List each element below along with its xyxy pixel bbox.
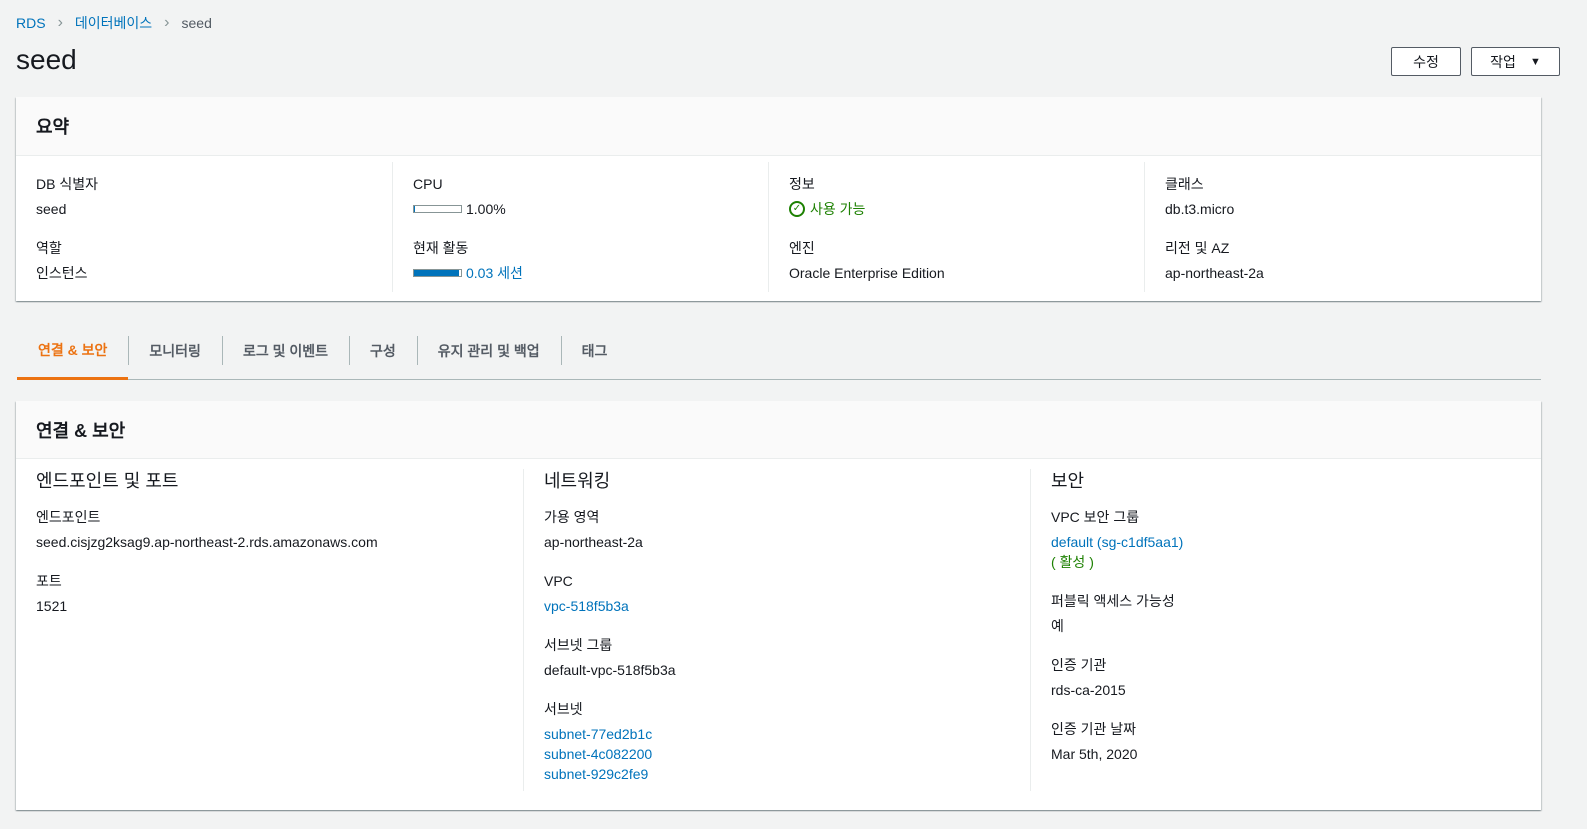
security-group-status: ( 활성 ): [1051, 554, 1094, 570]
modify-button[interactable]: 수정: [1391, 47, 1461, 76]
region-label: 리전 및 AZ: [1165, 240, 1230, 256]
summary-panel: 요약 DB 식별자 seed 역할 인스턴스 CPU 1.00% 현재 활동 0…: [16, 97, 1541, 301]
ca-date-value: Mar 5th, 2020: [1051, 746, 1138, 762]
ca-value: rds-ca-2015: [1051, 682, 1126, 698]
engine-value: Oracle Enterprise Edition: [789, 265, 945, 281]
networking-section-title: 네트워킹: [544, 471, 611, 491]
cpu-value: 1.00%: [466, 201, 506, 217]
ca-date-label: 인증 기관 날짜: [1051, 721, 1137, 737]
role-label: 역할: [36, 240, 62, 256]
security-section-title: 보안: [1051, 471, 1085, 491]
port-label: 포트: [36, 573, 62, 589]
vpc-label: VPC: [544, 573, 573, 589]
header-actions: 수정 작업 ▼: [1391, 47, 1560, 76]
security-column: 보안 VPC 보안 그룹 default (sg-c1df5aa1) ( 활성 …: [1030, 469, 1537, 791]
summary-column-status: 정보 ✓ 사용 가능 엔진 Oracle Enterprise Edition: [768, 162, 1144, 292]
cpu-meter: [413, 205, 462, 213]
subnets-label: 서브넷: [544, 701, 583, 717]
endpoint-section-title: 엔드포인트 및 포트: [36, 471, 179, 491]
subnet-group-value: default-vpc-518f5b3a: [544, 662, 676, 678]
port-value: 1521: [36, 598, 68, 614]
subnet-link[interactable]: subnet-929c2fe9: [544, 766, 648, 782]
tab-configuration[interactable]: 구성: [349, 322, 417, 379]
chevron-right-icon: ›: [164, 14, 170, 31]
public-access-label: 퍼블릭 액세스 가능성: [1051, 593, 1175, 609]
security-group-link[interactable]: default (sg-c1df5aa1): [1051, 534, 1183, 550]
summary-column-class: 클래스 db.t3.micro 리전 및 AZ ap-northeast-2a: [1144, 162, 1520, 292]
breadcrumb-rds-link[interactable]: RDS: [16, 15, 46, 31]
tab-monitoring[interactable]: 모니터링: [128, 322, 222, 379]
status-label: 정보: [789, 176, 815, 192]
summary-column-identity: DB 식별자 seed 역할 인스턴스: [16, 162, 392, 292]
vpc-link[interactable]: vpc-518f5b3a: [544, 598, 629, 614]
page-title: seed: [16, 44, 77, 75]
breadcrumb-databases-link[interactable]: 데이터베이스: [75, 13, 152, 33]
tab-maintenance-backups[interactable]: 유지 관리 및 백업: [416, 322, 561, 379]
subnet-link[interactable]: subnet-4c082200: [544, 746, 652, 762]
public-access-value: 예: [1051, 618, 1064, 634]
activity-meter-fill: [414, 270, 459, 276]
az-label: 가용 영역: [544, 509, 600, 525]
subnet-group-label: 서브넷 그룹: [544, 637, 613, 653]
db-id-value: seed: [36, 201, 67, 217]
caret-down-icon: ▼: [1529, 55, 1541, 68]
connectivity-title: 연결 & 보안: [16, 401, 1541, 459]
activity-value-link[interactable]: 0.03 세션: [466, 263, 523, 283]
db-id-label: DB 식별자: [36, 176, 98, 192]
connectivity-panel: 연결 & 보안 엔드포인트 및 포트 엔드포인트 seed.cisjzg2ksa…: [16, 401, 1541, 810]
actions-dropdown-button[interactable]: 작업 ▼: [1471, 47, 1560, 76]
cpu-label: CPU: [413, 176, 443, 192]
networking-column: 네트워킹 가용 영역 ap-northeast-2a VPC vpc-518f5…: [523, 469, 1030, 791]
class-label: 클래스: [1165, 176, 1204, 192]
endpoint-label: 엔드포인트: [36, 509, 101, 525]
summary-title: 요약: [16, 97, 1541, 156]
ca-label: 인증 기관: [1051, 657, 1107, 673]
summary-column-usage: CPU 1.00% 현재 활동 0.03 세션: [392, 162, 768, 292]
az-value: ap-northeast-2a: [544, 534, 643, 550]
region-value: ap-northeast-2a: [1165, 265, 1264, 281]
role-value: 인스턴스: [36, 265, 88, 281]
tab-connectivity-security[interactable]: 연결 & 보안: [17, 322, 129, 380]
activity-label: 현재 활동: [413, 240, 469, 256]
chevron-right-icon: ›: [57, 14, 63, 31]
check-circle-icon: ✓: [789, 201, 805, 217]
actions-button-label: 작업: [1490, 53, 1516, 70]
tab-logs-events[interactable]: 로그 및 이벤트: [221, 322, 349, 379]
class-value: db.t3.micro: [1165, 201, 1235, 217]
activity-meter: [413, 269, 462, 277]
detail-tabs: 연결 & 보안 모니터링 로그 및 이벤트 구성 유지 관리 및 백업 태그: [17, 322, 1541, 380]
breadcrumb: RDS › 데이터베이스 › seed: [16, 13, 212, 33]
tab-tags[interactable]: 태그: [560, 322, 629, 379]
breadcrumb-current: seed: [181, 15, 212, 31]
subnet-link[interactable]: subnet-77ed2b1c: [544, 726, 652, 742]
engine-label: 엔진: [789, 240, 815, 256]
endpoint-column: 엔드포인트 및 포트 엔드포인트 seed.cisjzg2ksag9.ap-no…: [16, 469, 523, 791]
status-value: 사용 가능: [810, 201, 866, 217]
endpoint-value: seed.cisjzg2ksag9.ap-northeast-2.rds.ama…: [36, 534, 378, 550]
security-group-label: VPC 보안 그룹: [1051, 509, 1140, 525]
